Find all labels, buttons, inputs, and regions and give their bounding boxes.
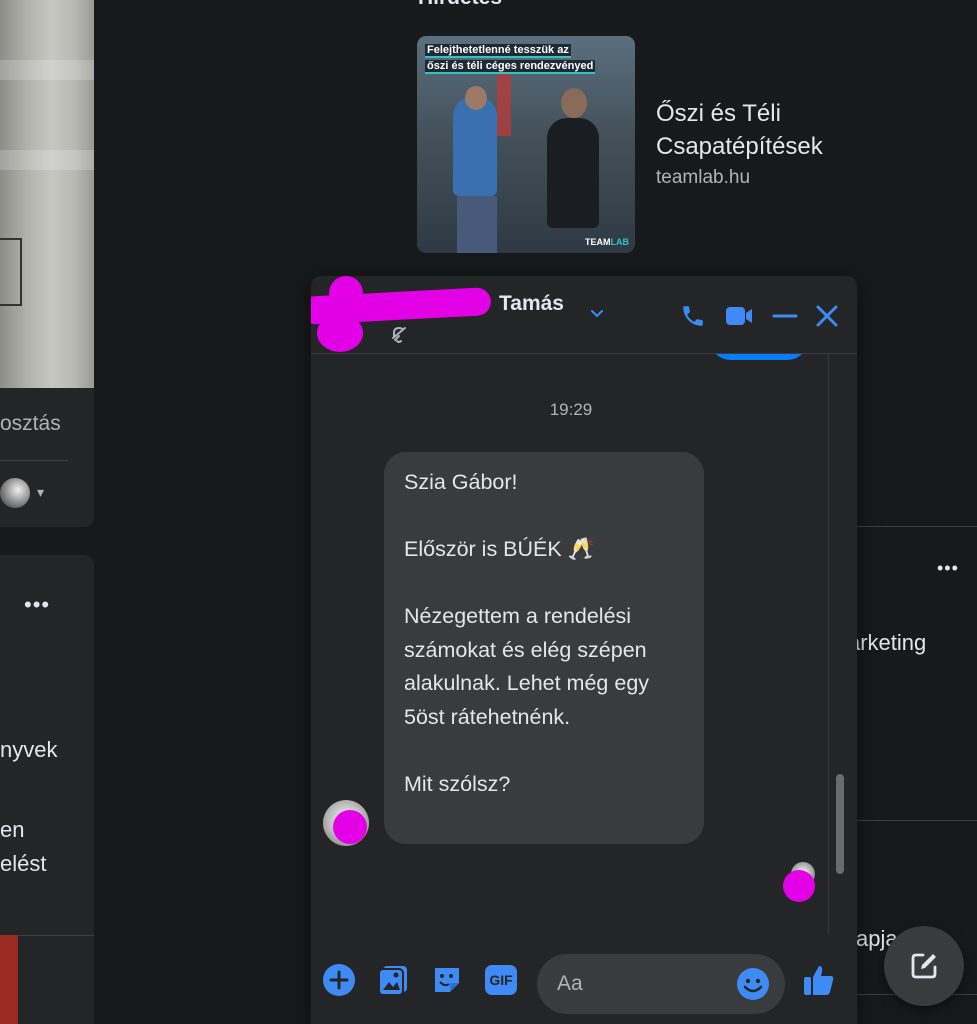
right-text[interactable]: arketing bbox=[848, 630, 926, 656]
ad-image-person-legs bbox=[457, 196, 497, 253]
emoji-icon[interactable] bbox=[735, 966, 771, 1002]
new-message-icon bbox=[911, 953, 937, 979]
message-timestamp: 19:29 bbox=[549, 400, 593, 419]
video-icon[interactable] bbox=[723, 300, 755, 332]
ad-image-person bbox=[547, 118, 599, 228]
sidebar-text: nyvek bbox=[0, 737, 58, 762]
sidebar-text: elést bbox=[0, 851, 47, 876]
brand-accent: LAB bbox=[610, 237, 630, 247]
gif-label: GIF bbox=[485, 965, 517, 995]
redaction-mark bbox=[333, 810, 367, 844]
mute-icon bbox=[392, 326, 406, 343]
photo-stripe bbox=[0, 150, 94, 170]
ad-domain[interactable]: teamlab.hu bbox=[656, 167, 750, 189]
sponsored-heading: Hirdetés bbox=[418, 0, 502, 10]
thumbnail[interactable] bbox=[0, 935, 18, 1024]
image-icon[interactable] bbox=[375, 962, 411, 998]
new-message-button[interactable] bbox=[884, 926, 964, 1006]
caret-down-icon[interactable]: ▾ bbox=[37, 484, 44, 501]
minimize-icon[interactable] bbox=[769, 300, 801, 332]
brand-text: TEAM bbox=[585, 237, 611, 247]
message-thread[interactable]: 19:29 Szia Gábor! Először is BÚÉK 🥂 Néze… bbox=[311, 354, 857, 934]
previous-message-bubble[interactable] bbox=[709, 354, 809, 360]
redaction-mark bbox=[783, 870, 815, 902]
photo-stripe bbox=[0, 60, 94, 80]
scrollbar-thumb[interactable] bbox=[836, 774, 844, 874]
left-sidebar-card: ••• nyvek en elést bbox=[0, 555, 94, 1024]
divider bbox=[0, 460, 68, 461]
messenger-page: osztás ▾ ••• nyvek en elést Hirdetés Fel… bbox=[0, 0, 977, 1024]
close-icon[interactable] bbox=[811, 300, 843, 332]
contact-name[interactable]: Tamás bbox=[499, 292, 564, 316]
chat-window: Tamás 19:29 Szia Gábor! Először is BÚÉK … bbox=[311, 276, 857, 1024]
ad-image-caption: őszi és téli céges rendezvényed bbox=[425, 60, 596, 74]
ad-image[interactable]: Felejthetetlenné tesszük az őszi és téli… bbox=[417, 36, 635, 253]
chat-header: Tamás bbox=[311, 276, 857, 354]
divider bbox=[856, 820, 977, 821]
avatar[interactable] bbox=[0, 478, 30, 508]
ad-brand-logo: TEAMLAB bbox=[585, 237, 629, 247]
phone-icon[interactable] bbox=[677, 300, 709, 332]
photo-sketch bbox=[0, 238, 22, 306]
ad-image-person-head bbox=[465, 86, 487, 110]
more-options-icon[interactable]: ••• bbox=[937, 558, 959, 579]
sidebar-text: en bbox=[0, 817, 25, 842]
redaction-mark bbox=[329, 276, 363, 310]
left-post-card: osztás ▾ bbox=[0, 0, 94, 527]
redaction-mark bbox=[317, 314, 363, 352]
thumbs-up-icon[interactable] bbox=[801, 962, 837, 998]
ad-title[interactable]: Őszi és Téli Csapatépítések bbox=[656, 97, 856, 163]
divider bbox=[856, 526, 977, 527]
share-label[interactable]: osztás bbox=[0, 412, 61, 436]
incoming-message-bubble[interactable]: Szia Gábor! Először is BÚÉK 🥂 Nézegettem… bbox=[384, 452, 704, 844]
message-text: Szia Gábor! Először is BÚÉK 🥂 Nézegettem… bbox=[404, 470, 650, 796]
post-photo[interactable] bbox=[0, 0, 94, 388]
ad-image-banner bbox=[497, 66, 511, 136]
ad-image-person bbox=[453, 96, 497, 196]
more-options-icon[interactable]: ••• bbox=[24, 592, 50, 618]
sticker-icon[interactable] bbox=[429, 962, 465, 998]
composer-bar: GIF bbox=[311, 934, 857, 1024]
ad-image-person-head bbox=[561, 88, 587, 118]
plus-icon[interactable] bbox=[321, 962, 357, 998]
chevron-down-icon[interactable] bbox=[589, 306, 605, 322]
ad-image-caption: Felejthetetlenné tesszük az bbox=[425, 44, 571, 58]
gif-icon[interactable]: GIF bbox=[483, 962, 519, 998]
